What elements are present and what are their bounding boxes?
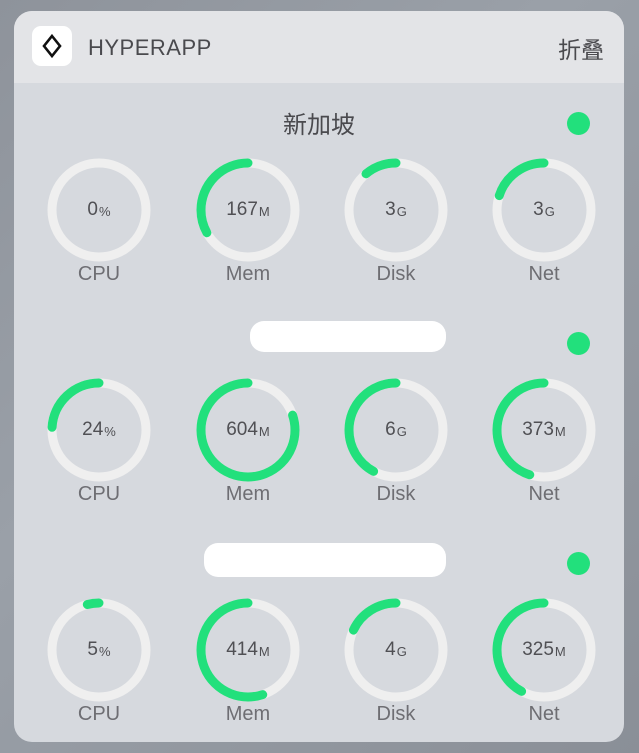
gauge-cpu[interactable]: 5% CPU <box>44 595 154 735</box>
gauge-label: Disk <box>376 483 416 505</box>
gauge-value: 373 M <box>522 419 566 440</box>
gauge-net[interactable]: 325 M Net <box>489 595 599 735</box>
collapse-button[interactable]: 折叠 <box>558 31 604 65</box>
gauge-value: 167 M <box>226 199 270 220</box>
server-card[interactable]: 5% CPU 414 M Mem 4G Disk 325 M Net <box>14 543 624 742</box>
gauge-label: Net <box>528 483 560 505</box>
gauge-label: Mem <box>225 263 271 285</box>
gauge-cpu[interactable]: 0% CPU <box>44 155 154 295</box>
status-indicator <box>567 332 590 355</box>
hyperapp-widget: HYPERAPP 折叠 新加坡 0% CPU 167 M Mem 3 G Dis… <box>14 11 624 742</box>
gauge-disk[interactable]: 6G Disk <box>341 375 451 515</box>
gauge-disk[interactable]: 3G Disk <box>341 155 451 295</box>
gauge-mem[interactable]: 414 M Mem <box>193 595 303 735</box>
redaction-mark <box>250 321 446 352</box>
gauge-value: 325 M <box>522 639 566 660</box>
status-indicator <box>567 112 590 135</box>
redaction-mark <box>204 543 446 577</box>
gauge-net[interactable]: 3G Net <box>489 155 599 295</box>
gauge-label: CPU <box>77 263 121 285</box>
gauge-value: 604 M <box>226 419 270 440</box>
gauge-value: 24% <box>82 419 116 440</box>
server-card[interactable]: 24% CPU 604 M Mem 6G Disk 373 M Net <box>14 321 624 545</box>
server-name: 新加坡 <box>283 111 355 139</box>
gauge-label: CPU <box>77 483 121 505</box>
gauge-label: Net <box>528 703 560 725</box>
status-indicator <box>567 552 590 575</box>
app-icon[interactable] <box>32 26 72 66</box>
gauge-value: 5% <box>87 639 111 660</box>
gauge-value: 0% <box>87 199 111 220</box>
gauge-value: 6G <box>385 419 407 440</box>
app-name: HYPERAPP <box>88 35 212 60</box>
gauge-label: Mem <box>225 483 271 505</box>
gauge-disk[interactable]: 4G Disk <box>341 595 451 735</box>
gauge-label: Disk <box>376 263 416 285</box>
gauge-value: 3G <box>533 199 555 220</box>
gauge-mem[interactable]: 604 M Mem <box>193 375 303 515</box>
gauge-label: Mem <box>225 703 271 725</box>
gauge-value: 3G <box>385 199 407 220</box>
gauge-value: 4G <box>385 639 407 660</box>
diamond-outline-icon <box>42 33 62 59</box>
gauge-label: Net <box>528 263 560 285</box>
server-card[interactable]: 新加坡 0% CPU 167 M Mem 3G Disk 3 G Net <box>14 105 624 325</box>
gauge-label: CPU <box>77 703 121 725</box>
widget-header: HYPERAPP 折叠 <box>14 11 624 83</box>
gauge-cpu[interactable]: 24% CPU <box>44 375 154 515</box>
gauge-net[interactable]: 373 M Net <box>489 375 599 515</box>
gauge-value: 414 M <box>226 639 270 660</box>
gauge-label: Disk <box>376 703 416 725</box>
gauge-mem[interactable]: 167 M Mem <box>193 155 303 295</box>
